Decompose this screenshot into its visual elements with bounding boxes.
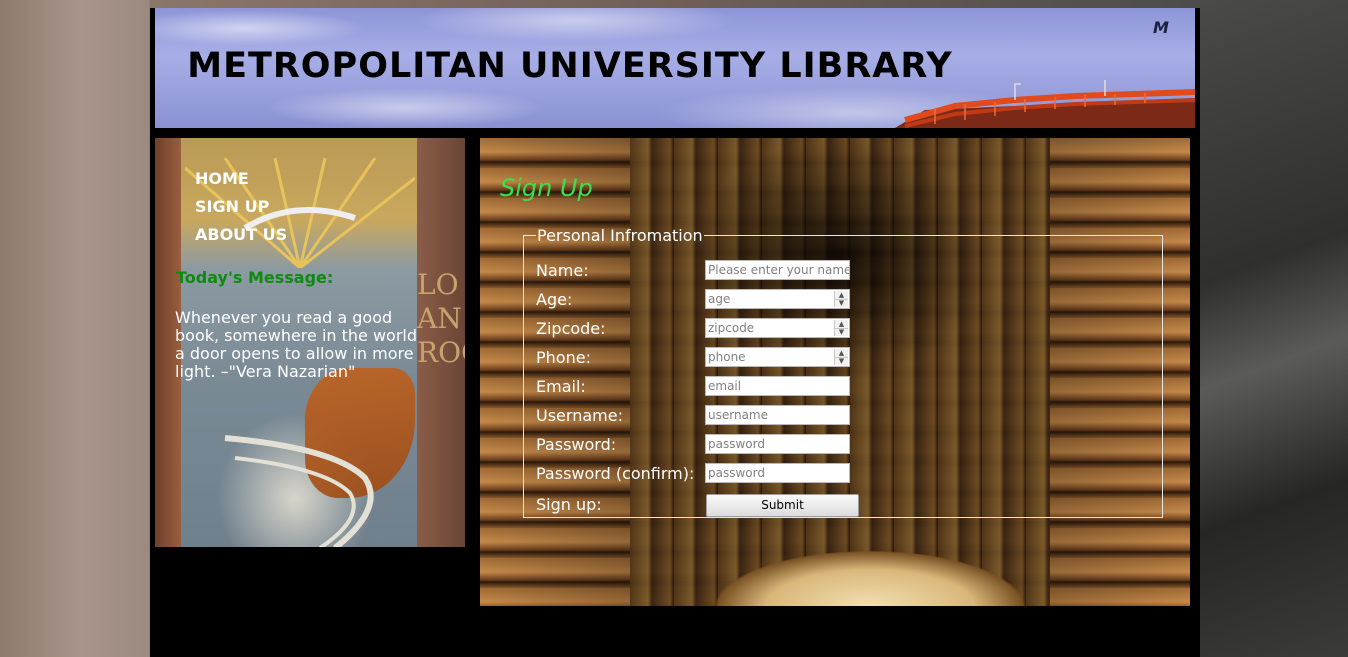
phone-label: Phone:: [536, 348, 591, 367]
phone-placeholder: phone: [708, 350, 746, 364]
site-title: METROPOLITAN UNIVERSITY LIBRARY: [187, 46, 953, 86]
username-input[interactable]: username: [705, 405, 850, 425]
page-title: Sign Up: [500, 174, 593, 202]
password-label: Password:: [536, 435, 617, 454]
form-row-phone: Phone: phone ▲ ▼: [536, 347, 1136, 376]
email-label: Email:: [536, 377, 586, 396]
nav-home[interactable]: HOME: [195, 168, 287, 196]
spinner-down-icon[interactable]: ▼: [835, 299, 848, 307]
phone-input[interactable]: phone ▲ ▼: [705, 347, 850, 367]
form-row-email: Email: email: [536, 376, 1136, 405]
spinner-down-icon[interactable]: ▼: [835, 328, 848, 336]
spinner-down-icon[interactable]: ▼: [835, 357, 848, 365]
sidebar: LO AN ROC HOME SIGN UP ABOUT US Today's …: [155, 138, 465, 547]
age-label: Age:: [536, 290, 573, 309]
main-nav: HOME SIGN UP ABOUT US: [195, 168, 287, 252]
age-placeholder: age: [708, 292, 731, 306]
open-book-image: [680, 518, 1060, 606]
message-body: Whenever you read a good book, somewhere…: [175, 308, 418, 381]
fieldset-legend: Personal Infromation: [537, 226, 703, 245]
signup-form: Personal Infromation Name: Please enter …: [523, 226, 1163, 518]
password-input[interactable]: password: [705, 434, 850, 454]
name-input[interactable]: Please enter your name.: [705, 260, 850, 280]
form-row-username: Username: username: [536, 405, 1136, 434]
age-input[interactable]: age ▲ ▼: [705, 289, 850, 309]
banner-logo: M: [1153, 18, 1169, 37]
nav-about-us[interactable]: ABOUT US: [195, 224, 287, 252]
name-label: Name:: [536, 261, 589, 280]
bridge-image: [895, 80, 1195, 128]
zipcode-label: Zipcode:: [536, 319, 606, 338]
background-right: [1200, 0, 1348, 657]
header-banner: METROPOLITAN UNIVERSITY LIBRARY M: [155, 8, 1195, 128]
form-row-password-confirm: Password (confirm): password: [536, 463, 1136, 492]
main-content: Sign Up Personal Infromation Name: Pleas…: [480, 138, 1190, 606]
zipcode-placeholder: zipcode: [708, 321, 755, 335]
zipcode-spinner[interactable]: ▲ ▼: [834, 320, 848, 336]
zipcode-input[interactable]: zipcode ▲ ▼: [705, 318, 850, 338]
password-confirm-input[interactable]: password: [705, 463, 850, 483]
form-row-age: Age: age ▲ ▼: [536, 289, 1136, 318]
form-row-name: Name: Please enter your name.: [536, 260, 1136, 289]
form-row-password: Password: password: [536, 434, 1136, 463]
username-label: Username:: [536, 406, 623, 425]
form-row-zipcode: Zipcode: zipcode ▲ ▼: [536, 318, 1136, 347]
age-spinner[interactable]: ▲ ▼: [834, 291, 848, 307]
form-row-submit: Sign up: Submit: [536, 494, 1136, 523]
submit-button[interactable]: Submit: [706, 494, 859, 517]
book-cover-river: [224, 435, 374, 547]
page-container: METROPOLITAN UNIVERSITY LIBRARY M LO AN …: [150, 8, 1200, 657]
phone-spinner[interactable]: ▲ ▼: [834, 349, 848, 365]
password-confirm-label: Password (confirm):: [536, 464, 695, 483]
nav-sign-up[interactable]: SIGN UP: [195, 196, 287, 224]
background-top: [150, 0, 1200, 8]
email-input[interactable]: email: [705, 376, 850, 396]
submit-label: Sign up:: [536, 495, 602, 514]
message-title: Today's Message:: [176, 268, 334, 287]
